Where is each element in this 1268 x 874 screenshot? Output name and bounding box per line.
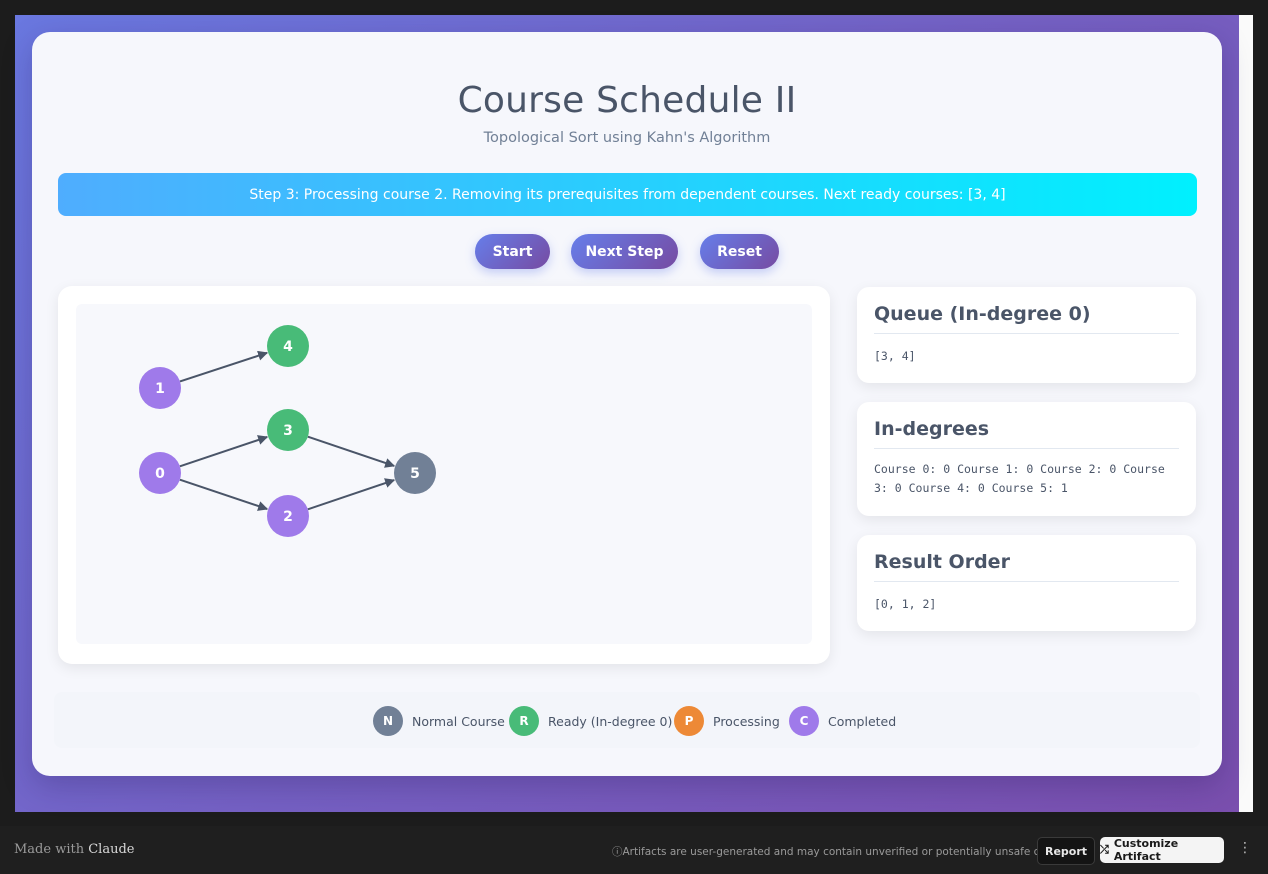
indegrees-line-2: 3: 0 Course 4: 0 Course 5: 1 (874, 481, 1068, 495)
legend-normal-dot: N (373, 706, 403, 736)
status-text: Step 3: Processing course 2. Removing it… (249, 186, 1006, 203)
indegrees-card: In-degrees Course 0: 0 Course 1: 0 Cours… (857, 402, 1196, 516)
course-node-5[interactable]: 5 (394, 452, 436, 494)
graph-canvas: 0 1 2 3 4 5 (76, 304, 812, 644)
shuffle-icon: ⤮ (1100, 843, 1109, 856)
footer-bar: Made with Claude ⓘArtifacts are user-gen… (0, 826, 1268, 874)
edge-2-5 (307, 478, 396, 511)
course-node-0[interactable]: 0 (139, 452, 181, 494)
course-node-label: 3 (283, 423, 293, 439)
page-title: Course Schedule II (457, 80, 797, 121)
legend-ready: R Ready (In-degree 0) (509, 706, 672, 736)
legend-processing-dot: P (674, 706, 704, 736)
legend-completed: C Completed (789, 706, 896, 736)
course-node-label: 5 (410, 466, 420, 482)
nodes-group: 0 1 2 3 4 5 (139, 325, 436, 537)
footer-warning-text: Artifacts are user-generated and may con… (622, 846, 1078, 858)
course-node-label: 2 (283, 509, 293, 525)
reset-button[interactable]: Reset (700, 234, 779, 269)
course-node-label: 1 (155, 381, 165, 397)
legend-processing: P Processing (674, 706, 780, 736)
course-node-4[interactable]: 4 (267, 325, 309, 367)
made-with: Made with Claude (14, 842, 134, 857)
indegrees-title: In-degrees (874, 418, 1179, 449)
page-subtitle: Topological Sort using Kahn's Algorithm (483, 130, 771, 146)
indegrees-values: Course 0: 0 Course 1: 0 Course 2: 0 Cour… (874, 460, 1184, 498)
course-node-1[interactable]: 1 (139, 367, 181, 409)
course-node-label: 0 (155, 466, 165, 482)
course-node-3[interactable]: 3 (267, 409, 309, 451)
result-value: [0, 1, 2] (874, 597, 937, 611)
legend-ready-label: Ready (In-degree 0) (548, 713, 673, 729)
legend: N Normal Course R Ready (In-degree 0) P … (54, 692, 1200, 748)
graph-panel: 0 1 2 3 4 5 (58, 286, 830, 664)
legend-completed-dot: C (789, 706, 819, 736)
more-options-icon[interactable]: ⋮ (1238, 840, 1252, 856)
edge-3-5 (307, 435, 396, 468)
customize-artifact-button[interactable]: ⤮ Customize Artifact (1100, 837, 1224, 863)
edge-1-4 (179, 350, 269, 383)
queue-value: [3, 4] (874, 349, 916, 363)
legend-processing-label: Processing (713, 713, 780, 729)
footer-warning: ⓘArtifacts are user-generated and may co… (612, 844, 1077, 859)
report-button[interactable]: Report (1037, 837, 1095, 865)
queue-card: Queue (In-degree 0) [3, 4] (857, 287, 1196, 383)
start-button[interactable]: Start (475, 234, 550, 269)
customize-artifact-label: Customize Artifact (1113, 837, 1179, 863)
course-node-label: 4 (283, 339, 293, 355)
indegrees-line-1: Course 0: 0 Course 1: 0 Course 2: 0 Cour… (874, 462, 1165, 476)
made-with-brand: Claude (88, 842, 135, 857)
legend-normal: N Normal Course (373, 706, 505, 736)
legend-normal-label: Normal Course (412, 713, 505, 729)
result-title: Result Order (874, 551, 1179, 582)
info-icon: ⓘ (612, 846, 623, 858)
edge-0-3 (179, 435, 269, 468)
scrollbar[interactable] (1239, 15, 1253, 812)
edge-0-2 (179, 478, 269, 511)
course-graph: 0 1 2 3 4 5 (139, 325, 436, 537)
status-banner: Step 3: Processing course 2. Removing it… (58, 173, 1197, 216)
next-step-button[interactable]: Next Step (571, 234, 678, 269)
result-card: Result Order [0, 1, 2] (857, 535, 1196, 631)
course-node-2[interactable]: 2 (267, 495, 309, 537)
queue-title: Queue (In-degree 0) (874, 303, 1179, 334)
legend-ready-dot: R (509, 706, 539, 736)
main-card: Course Schedule II Topological Sort usin… (32, 32, 1222, 776)
made-with-prefix: Made with (14, 842, 85, 857)
legend-completed-label: Completed (828, 713, 897, 729)
